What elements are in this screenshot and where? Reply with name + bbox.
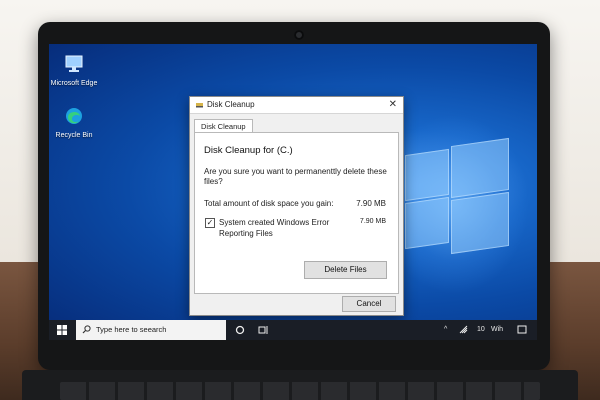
taskbar: Type here to seearch ^ 10 Wih xyxy=(49,320,537,340)
tray-number: 10 xyxy=(477,326,485,333)
webcam xyxy=(294,30,304,40)
search-icon xyxy=(82,325,91,334)
tray-chevron-up-icon[interactable]: ^ xyxy=(444,325,447,335)
search-placeholder: Type here to seearch xyxy=(96,325,167,334)
cortana-circle-icon[interactable] xyxy=(235,325,245,335)
keyboard xyxy=(60,382,540,400)
notification-icon[interactable] xyxy=(517,325,527,335)
tray-text: Wih xyxy=(491,326,504,333)
taskbar-layer: Type here to seearch ^ 10 Wih xyxy=(49,44,537,340)
task-view-icon[interactable] xyxy=(258,325,269,335)
taskbar-search-box[interactable]: Type here to seearch xyxy=(76,320,226,340)
network-icon[interactable] xyxy=(459,325,469,335)
windows-start-icon[interactable] xyxy=(57,325,67,335)
